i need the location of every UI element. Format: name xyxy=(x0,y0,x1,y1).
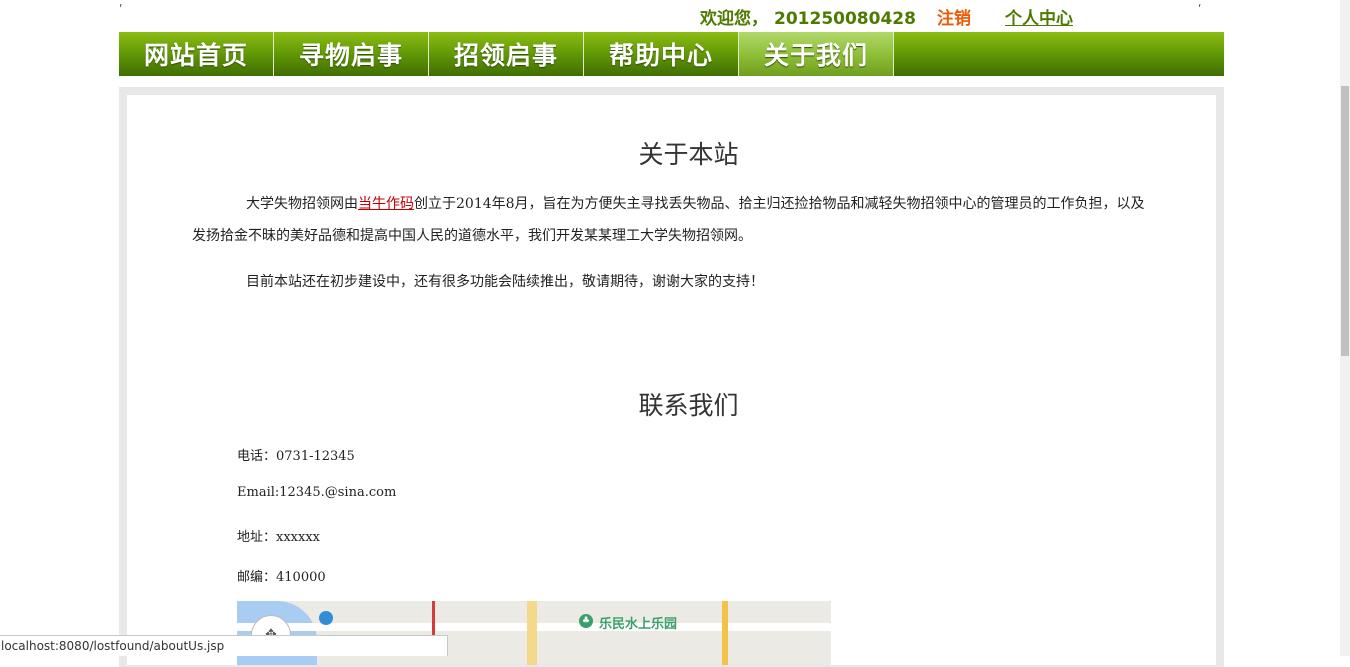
browser-status-bar: localhost:8080/lostfound/aboutUs.jsp xyxy=(0,635,448,656)
park-icon: ♣ xyxy=(579,614,593,628)
map-pin-icon xyxy=(319,611,333,625)
content-panel: 关于本站 大学失物招领网由当牛作码创立于2014年8月，旨在为方便失主寻找丢失物… xyxy=(127,95,1216,665)
map-poi-label: 乐民水上乐园 xyxy=(599,617,678,632)
nav-item-found[interactable]: 招领启事 xyxy=(429,32,584,76)
map-road xyxy=(722,601,728,665)
about-text-before: 大学失物招领网由 xyxy=(246,196,358,212)
content-frame: 关于本站 大学失物招领网由当牛作码创立于2014年8月，旨在为方便失主寻找丢失物… xyxy=(119,87,1224,667)
nav-item-about[interactable]: 关于我们 xyxy=(739,32,894,76)
nav-item-help[interactable]: 帮助中心 xyxy=(584,32,739,76)
contact-title: 联系我们 xyxy=(638,391,739,420)
welcome-text: 欢迎您， 201250080428 xyxy=(700,4,916,29)
scrollbar-thumb[interactable] xyxy=(1341,86,1349,356)
nav-item-lost[interactable]: 寻物启事 xyxy=(274,32,429,76)
top-bar: ʹ ʹ 欢迎您， 201250080428 注销 个人中心 xyxy=(0,0,1350,32)
contact-phone: 电话：0731-12345 xyxy=(237,449,355,464)
contact-address: 地址：xxxxxx xyxy=(237,530,320,545)
nav-item-home[interactable]: 网站首页 xyxy=(119,32,274,76)
contact-email: Email:12345.@sina.com xyxy=(237,485,397,500)
about-paragraph-1: 大学失物招领网由当牛作码创立于2014年8月，旨在为方便失主寻找丢失物品、拾主归… xyxy=(192,188,1158,252)
about-paragraph-2: 目前本站还在初步建设中，还有很多功能会陆续推出，敬请期待，谢谢大家的支持！ xyxy=(246,274,764,290)
decoration-mark: ʹ xyxy=(119,3,123,17)
user-id: 201250080428 xyxy=(774,9,916,29)
map-road xyxy=(527,601,537,665)
page-scrollbar[interactable] xyxy=(1340,0,1350,656)
founder-link[interactable]: 当牛作码 xyxy=(358,196,414,212)
about-title: 关于本站 xyxy=(638,140,739,169)
decoration-mark: ʹ xyxy=(1198,3,1202,17)
welcome-label: 欢迎您， xyxy=(700,9,768,29)
contact-postcode: 邮编：410000 xyxy=(237,570,326,585)
user-center-link[interactable]: 个人中心 xyxy=(1005,4,1073,29)
main-nav: 网站首页 寻物启事 招领启事 帮助中心 关于我们 xyxy=(119,32,1224,76)
logout-link[interactable]: 注销 xyxy=(937,4,971,29)
